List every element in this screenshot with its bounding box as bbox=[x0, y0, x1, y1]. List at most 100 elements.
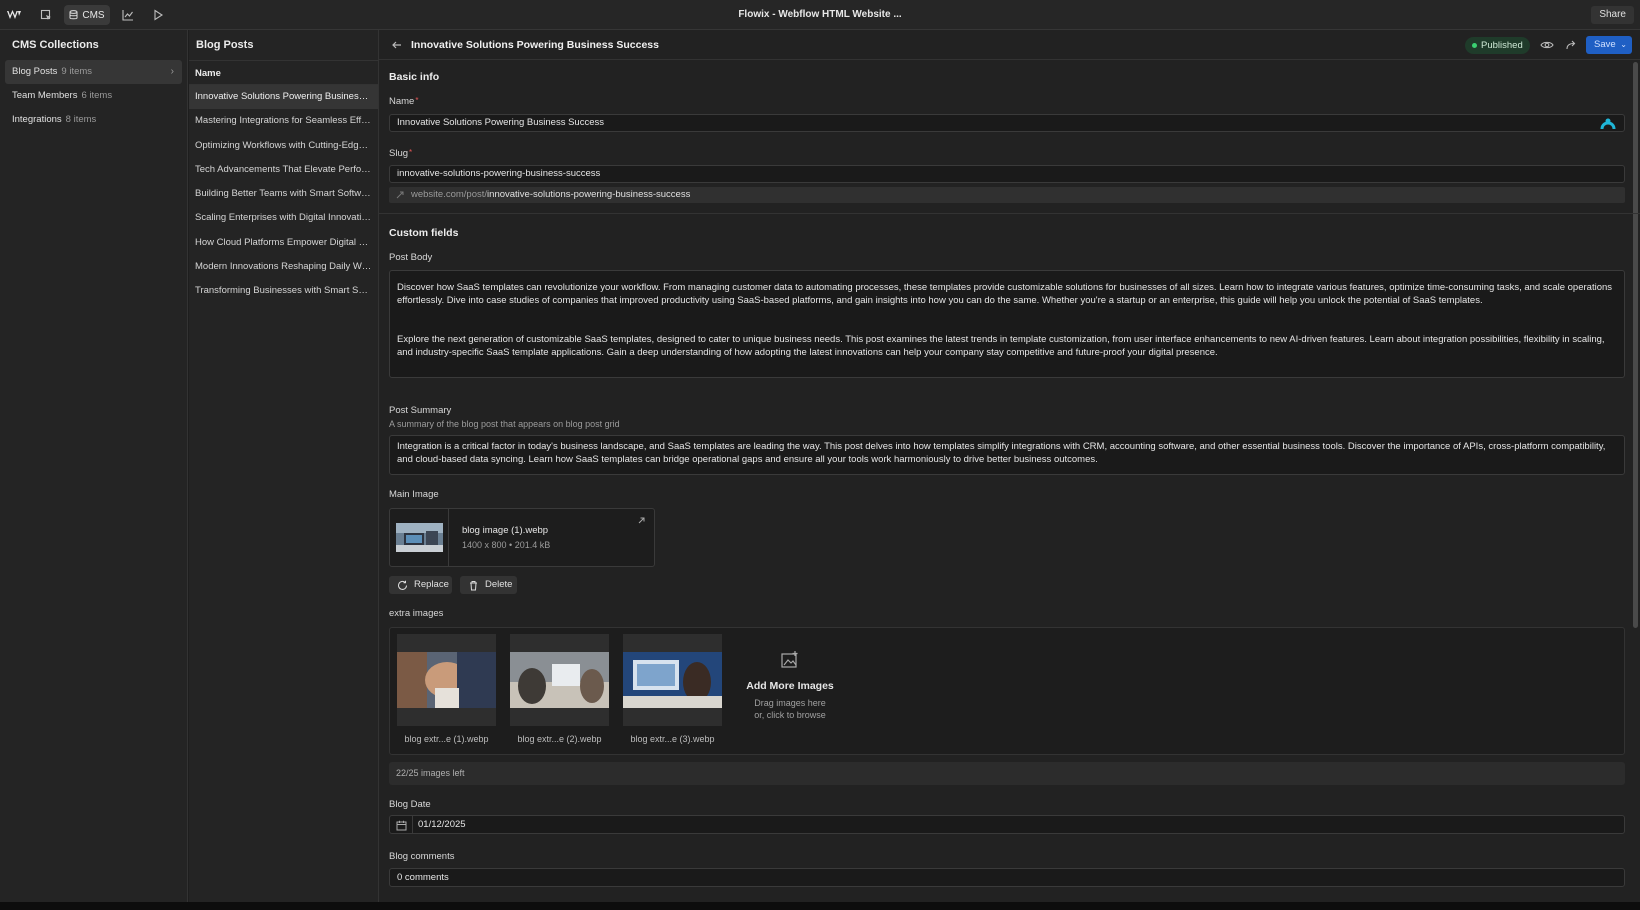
post-row[interactable]: Tech Advancements That Elevate Performan… bbox=[189, 158, 378, 182]
post-row[interactable]: Mastering Integrations for Seamless Effi… bbox=[189, 109, 378, 133]
cms-tab[interactable]: CMS bbox=[64, 5, 110, 25]
external-link-icon[interactable] bbox=[637, 516, 646, 525]
extra-image-caption: blog extr...e (1).webp bbox=[404, 734, 489, 744]
blog-date-value: 01/12/2025 bbox=[418, 819, 466, 830]
name-field[interactable]: Innovative Solutions Powering Business S… bbox=[389, 114, 1625, 132]
main-image-thumbnail bbox=[390, 509, 449, 566]
collection-item-integrations[interactable]: Integrations 8 items bbox=[5, 108, 182, 132]
extra-images-label: extra images bbox=[389, 608, 444, 619]
main-image-name: blog image (1).webp bbox=[462, 525, 549, 536]
chevron-right-icon: › bbox=[170, 66, 174, 77]
images-left-counter: 22/25 images left bbox=[389, 762, 1625, 785]
collections-panel: CMS Collections Blog Posts 9 items › Team… bbox=[0, 30, 188, 902]
extra-image-thumbnail[interactable] bbox=[623, 634, 722, 726]
window-bottom-edge bbox=[0, 902, 1640, 910]
slug-label: Slug* bbox=[389, 148, 413, 159]
post-row[interactable]: Building Better Teams with Smart Softwar… bbox=[189, 182, 378, 206]
extra-images-gallery: blog extr...e (1).webp blog extr...e (2)… bbox=[389, 627, 1625, 755]
main-image-card[interactable]: blog image (1).webp 1400 x 800 • 201.4 k… bbox=[389, 508, 655, 567]
extra-image-caption: blog extr...e (3).webp bbox=[630, 734, 715, 744]
main-image-meta: 1400 x 800 • 201.4 kB bbox=[462, 540, 551, 550]
calendar-icon[interactable] bbox=[396, 820, 407, 831]
post-summary-label: Post Summary bbox=[389, 405, 452, 416]
item-editor: Innovative Solutions Powering Business S… bbox=[379, 30, 1640, 902]
collection-item-blog-posts[interactable]: Blog Posts 9 items › bbox=[5, 60, 182, 84]
posts-column-header[interactable]: Name bbox=[189, 60, 378, 85]
post-body-label: Post Body bbox=[389, 252, 433, 263]
collection-count: 8 items bbox=[65, 114, 97, 125]
collection-label: Blog Posts bbox=[12, 66, 58, 77]
editor-title: Innovative Solutions Powering Business S… bbox=[411, 39, 659, 51]
post-summary-hint: A summary of the blog post that appears … bbox=[389, 419, 620, 429]
add-more-hint-line: or, click to browse bbox=[754, 710, 826, 720]
collection-label: Team Members bbox=[12, 90, 78, 101]
trash-icon bbox=[470, 581, 477, 591]
collections-heading: CMS Collections bbox=[12, 39, 99, 51]
database-icon bbox=[69, 10, 78, 20]
link-icon bbox=[396, 191, 404, 199]
pages-icon[interactable] bbox=[36, 5, 56, 25]
image-add-icon bbox=[781, 651, 798, 668]
post-row[interactable]: Modern Innovations Reshaping Daily Work bbox=[189, 255, 378, 279]
editor-header: Innovative Solutions Powering Business S… bbox=[379, 30, 1640, 60]
blog-date-label: Blog Date bbox=[389, 799, 431, 810]
section-divider bbox=[379, 213, 1640, 214]
delete-button[interactable]: Delete bbox=[460, 576, 517, 594]
collection-count: 9 items bbox=[61, 66, 93, 77]
save-label: Save bbox=[1594, 39, 1616, 50]
url-slug: innovative-solutions-powering-business-s… bbox=[487, 189, 691, 200]
main-image-label: Main Image bbox=[389, 489, 439, 500]
url-preview: website.com/post/innovative-solutions-po… bbox=[389, 187, 1625, 203]
posts-panel: Blog Posts Name Innovative Solutions Pow… bbox=[189, 30, 379, 902]
blog-date-field[interactable]: 01/12/2025 bbox=[389, 815, 1625, 834]
back-arrow-icon[interactable] bbox=[389, 37, 405, 53]
add-more-hint-line: Drag images here bbox=[754, 698, 826, 708]
post-body-editor[interactable]: Discover how SaaS templates can revoluti… bbox=[389, 270, 1625, 378]
collection-label: Integrations bbox=[12, 114, 62, 125]
refresh-icon bbox=[398, 580, 407, 590]
post-row[interactable]: Optimizing Workflows with Cutting-Edge T… bbox=[189, 134, 378, 158]
grammar-assist-icon[interactable] bbox=[1600, 116, 1616, 130]
post-body-paragraph: Explore the next generation of customiza… bbox=[397, 334, 1605, 358]
cms-tab-label: CMS bbox=[82, 9, 105, 21]
eye-icon[interactable] bbox=[1539, 37, 1555, 53]
status-badge: Published bbox=[1465, 37, 1530, 54]
post-summary-value: Integration is a critical factor in toda… bbox=[397, 441, 1606, 465]
post-row[interactable]: Transforming Businesses with Smart Solut… bbox=[189, 279, 378, 303]
extra-image-thumbnail[interactable] bbox=[397, 634, 496, 726]
collection-count: 6 items bbox=[81, 90, 113, 101]
save-button[interactable]: Save ⌄ bbox=[1586, 36, 1632, 54]
share-arrow-icon[interactable] bbox=[1563, 37, 1579, 53]
post-summary-textarea[interactable]: Integration is a critical factor in toda… bbox=[389, 435, 1625, 475]
replace-label: Replace bbox=[414, 579, 449, 590]
date-field-divider bbox=[412, 816, 413, 833]
blog-comments-field[interactable]: 0 comments bbox=[389, 868, 1625, 887]
extra-image-thumbnail[interactable] bbox=[510, 634, 609, 726]
webflow-logo-icon[interactable] bbox=[6, 6, 22, 24]
slug-field[interactable]: innovative-solutions-powering-business-s… bbox=[389, 165, 1625, 183]
add-more-hint: Drag images here or, click to browse bbox=[735, 697, 845, 721]
post-body-paragraph: Discover how SaaS templates can revoluti… bbox=[397, 282, 1613, 306]
collection-item-team-members[interactable]: Team Members 6 items bbox=[5, 84, 182, 108]
post-row[interactable]: Innovative Solutions Powering Business S… bbox=[189, 85, 378, 110]
window-title: Flowix - Webflow HTML Website ... bbox=[738, 9, 902, 20]
chevron-down-icon: ⌄ bbox=[1620, 40, 1627, 49]
name-label: Name* bbox=[389, 96, 419, 107]
top-bar: CMS Flowix - Webflow HTML Website ... Sh… bbox=[0, 0, 1640, 30]
basic-info-heading: Basic info bbox=[389, 71, 440, 83]
post-row[interactable]: How Cloud Platforms Empower Digital Succ… bbox=[189, 231, 378, 255]
delete-label: Delete bbox=[485, 579, 513, 590]
add-more-title: Add More Images bbox=[746, 680, 834, 692]
analytics-icon[interactable] bbox=[118, 5, 138, 25]
blog-comments-label: Blog comments bbox=[389, 851, 455, 862]
post-row[interactable]: Scaling Enterprises with Digital Innovat… bbox=[189, 206, 378, 230]
share-button[interactable]: Share bbox=[1591, 6, 1634, 24]
play-icon[interactable] bbox=[148, 5, 168, 25]
replace-button[interactable]: Replace bbox=[389, 576, 452, 594]
add-more-images-dropzone[interactable]: Add More Images Drag images here or, cli… bbox=[735, 650, 845, 721]
scrollbar[interactable] bbox=[1633, 62, 1638, 628]
posts-heading: Blog Posts bbox=[196, 39, 254, 51]
name-value: Innovative Solutions Powering Business S… bbox=[397, 117, 605, 128]
custom-fields-heading: Custom fields bbox=[389, 227, 459, 239]
extra-image-caption: blog extr...e (2).webp bbox=[517, 734, 602, 744]
